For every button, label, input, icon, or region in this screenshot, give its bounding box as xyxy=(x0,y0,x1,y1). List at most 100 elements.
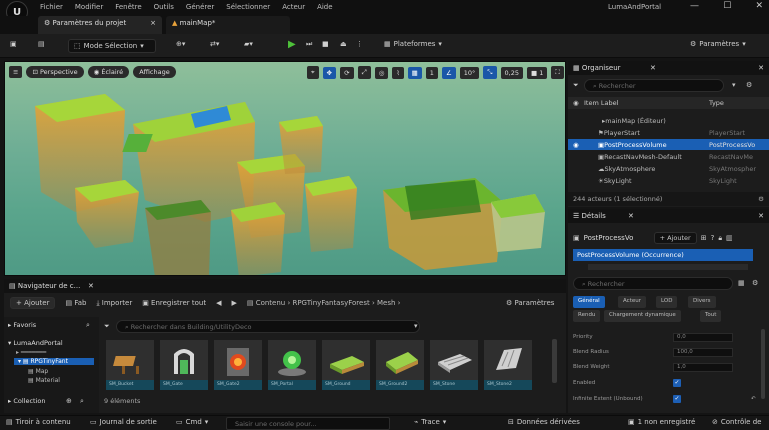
details-scrollbar[interactable] xyxy=(761,329,765,399)
outliner-row[interactable]: ☀ SkyLight SkyLight xyxy=(568,175,769,186)
add-button[interactable]: + Ajouter xyxy=(10,297,56,309)
eject-icon[interactable]: ⏏ xyxy=(340,40,347,48)
lock-icon[interactable]: 🔒︎ xyxy=(718,234,722,243)
add-collection-icon[interactable]: ⊕ xyxy=(66,397,72,405)
show-button[interactable]: Affichage xyxy=(133,66,176,78)
visibility-icon[interactable]: ◉ xyxy=(573,141,579,149)
close-icon[interactable]: ✕ xyxy=(650,64,656,72)
play-icon[interactable]: ▶ xyxy=(288,39,296,50)
blueprint-icon[interactable]: ⇄▾ xyxy=(210,40,219,48)
trace-button[interactable]: ⌁ Trace ▾ xyxy=(414,418,446,426)
asset-tile[interactable]: SM_Portal xyxy=(268,340,316,390)
grid-snap-icon[interactable]: ▦ xyxy=(407,66,422,79)
breadcrumb-item[interactable]: Contenu xyxy=(256,299,286,307)
priority-input[interactable]: 0,0 xyxy=(673,332,733,342)
menu-acteur[interactable]: Acteur xyxy=(282,3,305,11)
menu-modifier[interactable]: Modifier xyxy=(75,3,103,11)
enabled-checkbox[interactable]: ✓ xyxy=(673,379,681,387)
output-log-button[interactable]: ▭ Journal de sortie xyxy=(90,418,157,426)
search-icon[interactable]: ⌕ xyxy=(80,397,84,406)
menu-selectionner[interactable]: Sélectionner xyxy=(226,3,270,11)
scale-tool-icon[interactable]: ⤢ xyxy=(357,66,371,79)
world-space-icon[interactable]: ◎ xyxy=(374,66,389,79)
tree-folder[interactable]: ▤ Material xyxy=(28,377,60,384)
mode-select-dropdown[interactable]: ⬚ Mode Sélection ▾ xyxy=(68,39,156,53)
step-icon[interactable]: ⏭ xyxy=(306,40,312,49)
asset-tile[interactable]: SM_Bucket xyxy=(106,340,154,390)
tree-folder[interactable]: ▸ ━━━━━━━ xyxy=(16,349,46,356)
collections-section[interactable]: ▸ Collection xyxy=(8,397,46,405)
platforms-button[interactable]: ▦ Plateformes ▾ xyxy=(384,40,442,48)
asset-scrollbar[interactable] xyxy=(552,339,557,383)
menu-aide[interactable]: Aide xyxy=(317,3,332,11)
viewport-menu-icon[interactable]: ≡ xyxy=(9,66,23,78)
save-all-button[interactable]: ▣ Enregistrer tout xyxy=(142,299,206,307)
scale-snap-value[interactable]: 0,25 xyxy=(500,66,523,79)
outliner-row[interactable]: ▣ RecastNavMesh-Default RecastNavMe xyxy=(568,151,769,162)
breadcrumb-item[interactable]: RPGTinyFantasyForest xyxy=(292,299,369,307)
project-root[interactable]: ▾ LumaAndPortal xyxy=(8,339,63,347)
close-icon[interactable]: ✕ xyxy=(755,1,763,11)
view-options-icon[interactable]: ⚙ xyxy=(758,195,764,203)
close-icon[interactable]: ✕ xyxy=(88,282,94,290)
asset-tile[interactable]: SM_Ground2 xyxy=(376,340,424,390)
surface-snap-icon[interactable]: ⌇ xyxy=(392,66,404,79)
outliner-row-selected[interactable]: ◉ ▣ PostProcessVolume PostProcessVo xyxy=(568,139,769,150)
derived-data-button[interactable]: ⊟ Données dérivées xyxy=(508,418,580,426)
component-row-selected[interactable]: PostProcessVolume (Occurrence) xyxy=(573,249,753,261)
asset-tile[interactable]: SM_Ground xyxy=(322,340,370,390)
close-icon[interactable]: ✕ xyxy=(758,212,764,220)
infinite-extent-checkbox[interactable]: ✓ xyxy=(673,395,681,403)
filter-actor[interactable]: Acteur xyxy=(618,296,646,308)
gear-icon[interactable]: ⚙ xyxy=(752,279,758,287)
breadcrumb-item[interactable]: Mesh xyxy=(377,299,395,307)
cinematic-icon[interactable]: ▰▾ xyxy=(244,40,253,48)
filter-all[interactable]: Tout xyxy=(700,310,722,322)
add-filter-icon[interactable]: ▾ xyxy=(732,81,736,89)
tree-folder-selected[interactable]: ▾ ▤ RPGTinyFant xyxy=(14,358,94,365)
nav-back-icon[interactable]: ◀ xyxy=(216,299,221,307)
favorites-section[interactable]: ▸ Favoris xyxy=(8,321,36,329)
asset-tile[interactable]: SM_Stone2 xyxy=(484,340,532,390)
rotate-tool-icon[interactable]: ⟳ xyxy=(340,66,354,79)
source-control-button[interactable]: ⊘ Contrôle de xyxy=(712,418,761,426)
unsaved-button[interactable]: ▣ 1 non enregistré xyxy=(628,418,695,426)
more-play-icon[interactable]: ⋮ xyxy=(356,40,363,48)
layout-icon[interactable]: ▥ xyxy=(726,234,733,242)
filter-lod[interactable]: LOD xyxy=(656,296,678,308)
outliner-settings-icon[interactable]: ⚙ xyxy=(746,81,752,89)
maximize-viewport-icon[interactable]: ⛶ xyxy=(551,66,564,79)
blueprint-icon[interactable]: ⊞ xyxy=(701,234,707,242)
select-tool-icon[interactable]: ⌖ xyxy=(307,66,319,79)
filter-streaming[interactable]: Chargement dynamique xyxy=(604,310,681,322)
add-actor-icon[interactable]: ⊕▾ xyxy=(176,40,185,48)
filter-misc[interactable]: Divers xyxy=(688,296,716,308)
chevron-down-icon[interactable]: ▾ xyxy=(414,322,418,330)
filter-general[interactable]: Général xyxy=(573,296,605,308)
visibility-icon[interactable]: ◉ xyxy=(573,99,579,107)
reset-icon[interactable]: ↶ xyxy=(751,396,756,402)
import-button[interactable]: ⤓ Importer xyxy=(96,299,132,308)
move-tool-icon[interactable]: ✥ xyxy=(322,66,337,79)
tab-close-icon[interactable]: × xyxy=(150,19,156,27)
close-icon[interactable]: ✕ xyxy=(628,212,634,220)
console-input[interactable]: Saisir une console pour... xyxy=(226,417,390,430)
asset-tile[interactable]: SM_Stone xyxy=(430,340,478,390)
tab-mainmap[interactable]: ▲ mainMap* xyxy=(166,16,290,34)
camera-speed-button[interactable]: ■ 1 xyxy=(526,66,548,79)
search-icon[interactable]: ⌕ xyxy=(86,321,90,330)
tab-project-settings[interactable]: ⚙ Paramètres du projet × xyxy=(38,16,162,34)
scale-snap-icon[interactable]: ⤡ xyxy=(483,66,497,79)
minimize-icon[interactable]: — xyxy=(690,1,699,11)
fab-button[interactable]: ▤ Fab xyxy=(65,299,86,307)
filter-icon[interactable]: ⏷ xyxy=(573,81,579,90)
close-icon[interactable]: ✕ xyxy=(758,64,764,72)
tree-folder[interactable]: ▤ Map xyxy=(28,368,48,375)
outliner-row[interactable]: ☁ SkyAtmosphere SkyAtmospher xyxy=(568,163,769,174)
blend-weight-input[interactable]: 1,0 xyxy=(673,362,733,372)
settings-button[interactable]: ⚙ Paramètres ▾ xyxy=(690,40,746,48)
content-drawer-button[interactable]: ▤ Tiroir à contenu xyxy=(6,418,71,426)
content-icon[interactable]: ▤ xyxy=(38,40,45,48)
angle-snap-value[interactable]: 10° xyxy=(459,66,480,79)
settings-button[interactable]: ⚙ Paramètres xyxy=(506,299,554,307)
